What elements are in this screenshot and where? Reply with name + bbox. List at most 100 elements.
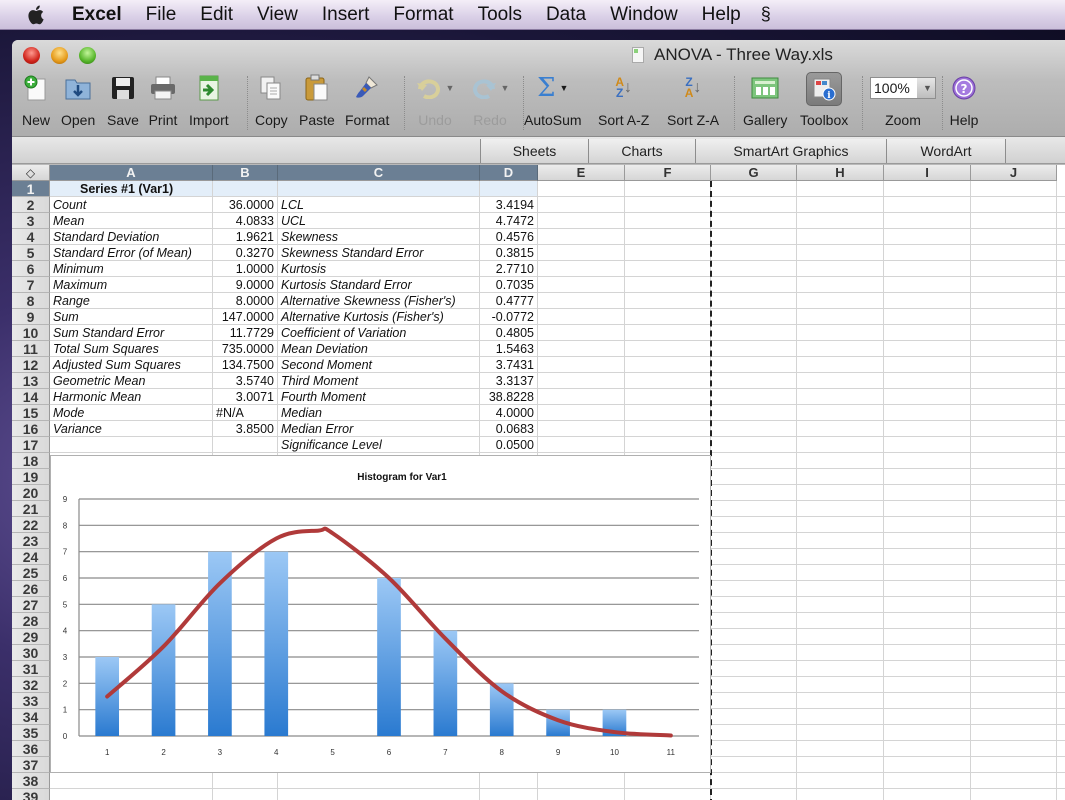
histogram-chart[interactable]: Histogram for Var1 0 1 2 3 4 5 6 7 8 9 1 2 3 4 5 6 7 8 9 10 1… xyxy=(50,455,711,773)
row-header-34[interactable]: 34 xyxy=(12,709,50,725)
cell-b2[interactable]: 36.0000 xyxy=(213,197,278,213)
row-header-18[interactable]: 18 xyxy=(12,453,50,469)
tab-wordart[interactable]: WordArt xyxy=(886,139,1006,163)
format-painter-button[interactable]: Format xyxy=(345,72,389,128)
column-header-c[interactable]: C xyxy=(278,165,480,181)
row-header-13[interactable]: 13 xyxy=(12,373,50,389)
cell-a8[interactable]: Range xyxy=(50,293,213,309)
cell-b14[interactable]: 3.0071 xyxy=(213,389,278,405)
undo-button[interactable]: ▼ Undo xyxy=(412,72,458,128)
cell-a2[interactable]: Count xyxy=(50,197,213,213)
zoom-dropdown[interactable]: 100% ▼ xyxy=(870,77,936,99)
cell-d7[interactable]: 0.7035 xyxy=(480,277,538,293)
cell-c5[interactable]: Skewness Standard Error xyxy=(278,245,480,261)
row-header-19[interactable]: 19 xyxy=(12,469,50,485)
cell-b10[interactable]: 11.7729 xyxy=(213,325,278,341)
close-button[interactable] xyxy=(23,47,40,64)
row-header-28[interactable]: 28 xyxy=(12,613,50,629)
row-header-32[interactable]: 32 xyxy=(12,677,50,693)
cell-a1[interactable]: Series #1 (Var1) xyxy=(50,181,278,197)
sort-ascending-button[interactable]: A Z ↓ Sort A-Z xyxy=(598,72,649,128)
row-header-4[interactable]: 4 xyxy=(12,229,50,245)
cell-b9[interactable]: 147.0000 xyxy=(213,309,278,325)
menu-data[interactable]: Data xyxy=(546,4,586,26)
menu-tools[interactable]: Tools xyxy=(478,4,522,26)
print-button[interactable]: Print xyxy=(148,72,178,128)
cell-c3[interactable]: UCL xyxy=(278,213,480,229)
cell-d6[interactable]: 2.7710 xyxy=(480,261,538,277)
cell-a5[interactable]: Standard Error (of Mean) xyxy=(50,245,213,261)
row-header-15[interactable]: 15 xyxy=(12,405,50,421)
cell-a17[interactable] xyxy=(50,437,213,453)
column-header-j[interactable]: J xyxy=(971,165,1057,181)
cell-c14[interactable]: Fourth Moment xyxy=(278,389,480,405)
script-menu-icon[interactable]: § xyxy=(761,4,771,25)
help-button[interactable]: ? Help xyxy=(949,72,979,128)
cell-b17[interactable] xyxy=(213,437,278,453)
row-header-17[interactable]: 17 xyxy=(12,437,50,453)
cell-c11[interactable]: Mean Deviation xyxy=(278,341,480,357)
minimize-button[interactable] xyxy=(51,47,68,64)
cell-b5[interactable]: 0.3270 xyxy=(213,245,278,261)
cell-c8[interactable]: Alternative Skewness (Fisher's) xyxy=(278,293,480,309)
cell-d14[interactable]: 38.8228 xyxy=(480,389,538,405)
cell-c17[interactable]: Significance Level xyxy=(278,437,480,453)
row-header-8[interactable]: 8 xyxy=(12,293,50,309)
row-header-35[interactable]: 35 xyxy=(12,725,50,741)
cell-b15[interactable]: #N/A xyxy=(213,405,278,421)
menu-file[interactable]: File xyxy=(146,4,177,26)
column-header-a[interactable]: A xyxy=(50,165,213,181)
new-button[interactable]: New xyxy=(21,72,51,128)
cell-a13[interactable]: Geometric Mean xyxy=(50,373,213,389)
cell-a15[interactable]: Mode xyxy=(50,405,213,421)
row-header-9[interactable]: 9 xyxy=(12,309,50,325)
row-header-3[interactable]: 3 xyxy=(12,213,50,229)
row-header-12[interactable]: 12 xyxy=(12,357,50,373)
cell-c15[interactable]: Median xyxy=(278,405,480,421)
row-header-1[interactable]: 1 xyxy=(12,181,50,197)
row-header-21[interactable]: 21 xyxy=(12,501,50,517)
tab-charts[interactable]: Charts xyxy=(588,139,696,163)
paste-button[interactable]: Paste xyxy=(299,72,335,128)
cell-c7[interactable]: Kurtosis Standard Error xyxy=(278,277,480,293)
menu-edit[interactable]: Edit xyxy=(200,4,233,26)
cell-c16[interactable]: Median Error xyxy=(278,421,480,437)
copy-button[interactable]: Copy xyxy=(255,72,288,128)
row-header-6[interactable]: 6 xyxy=(12,261,50,277)
row-header-36[interactable]: 36 xyxy=(12,741,50,757)
cell-a10[interactable]: Sum Standard Error xyxy=(50,325,213,341)
row-header-31[interactable]: 31 xyxy=(12,661,50,677)
column-header-i[interactable]: I xyxy=(884,165,971,181)
cell-b16[interactable]: 3.8500 xyxy=(213,421,278,437)
column-header-f[interactable]: F xyxy=(625,165,711,181)
row-header-20[interactable]: 20 xyxy=(12,485,50,501)
zoom-control[interactable]: 100% ▼ Zoom xyxy=(870,72,936,128)
toolbox-button[interactable]: i Toolbox xyxy=(800,72,848,128)
cell-c10[interactable]: Coefficient of Variation xyxy=(278,325,480,341)
menu-view[interactable]: View xyxy=(257,4,298,26)
cell-b4[interactable]: 1.9621 xyxy=(213,229,278,245)
row-header-10[interactable]: 10 xyxy=(12,325,50,341)
cell-c2[interactable]: LCL xyxy=(278,197,480,213)
row-header-11[interactable]: 11 xyxy=(12,341,50,357)
row-header-30[interactable]: 30 xyxy=(12,645,50,661)
cell-a12[interactable]: Adjusted Sum Squares xyxy=(50,357,213,373)
cell-a16[interactable]: Variance xyxy=(50,421,213,437)
cell-c9[interactable]: Alternative Kurtosis (Fisher's) xyxy=(278,309,480,325)
cell-b6[interactable]: 1.0000 xyxy=(213,261,278,277)
gallery-button[interactable]: Gallery xyxy=(743,72,787,128)
tab-smartart-graphics[interactable]: SmartArt Graphics xyxy=(695,139,887,163)
menu-format[interactable]: Format xyxy=(393,4,453,26)
save-button[interactable]: Save xyxy=(107,72,139,128)
row-header-37[interactable]: 37 xyxy=(12,757,50,773)
cell-c12[interactable]: Second Moment xyxy=(278,357,480,373)
cell-d2[interactable]: 3.4194 xyxy=(480,197,538,213)
open-button[interactable]: Open xyxy=(61,72,95,128)
row-header-27[interactable]: 27 xyxy=(12,597,50,613)
redo-button[interactable]: ▼ Redo xyxy=(467,72,513,128)
cell-a7[interactable]: Maximum xyxy=(50,277,213,293)
row-header-16[interactable]: 16 xyxy=(12,421,50,437)
cell-d16[interactable]: 0.0683 xyxy=(480,421,538,437)
cell-b11[interactable]: 735.0000 xyxy=(213,341,278,357)
cell-c13[interactable]: Third Moment xyxy=(278,373,480,389)
